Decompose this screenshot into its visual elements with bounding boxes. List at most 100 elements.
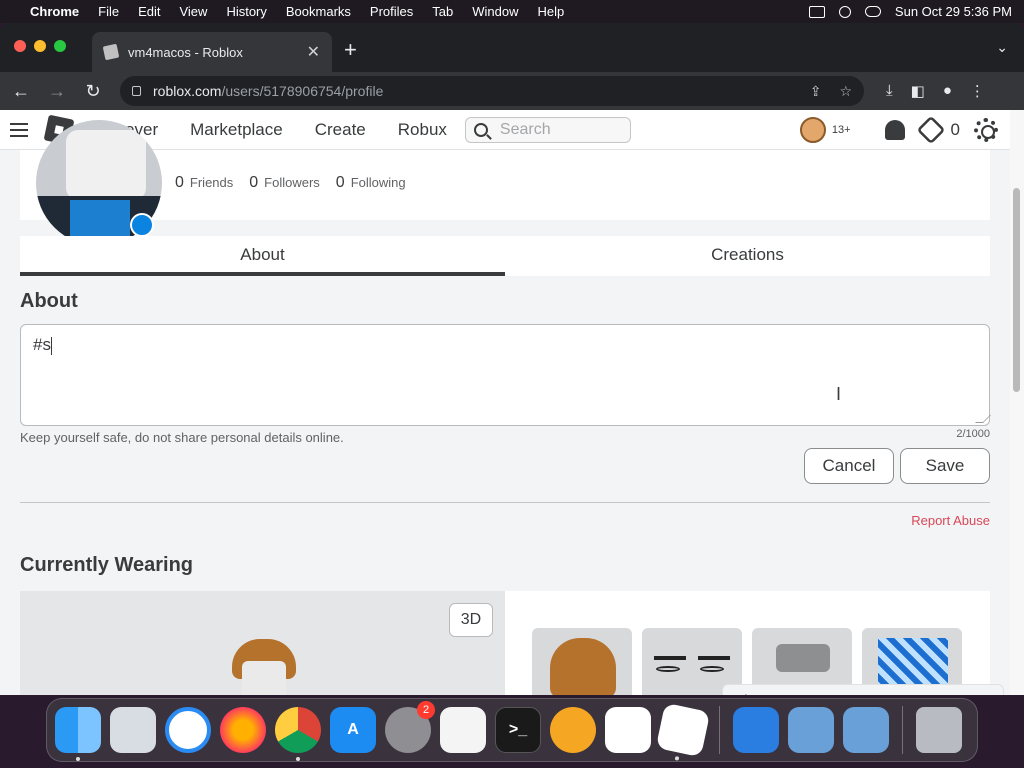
dock-separator — [719, 706, 720, 754]
virtualbox-icon[interactable] — [788, 707, 834, 753]
toolbar-right: ⤓ ◧ ● ⋮ — [886, 82, 985, 100]
section-divider — [20, 502, 990, 503]
page-scrollbar[interactable] — [1010, 110, 1024, 695]
notifications-bell-icon[interactable] — [884, 119, 905, 140]
control-center-icon[interactable] — [864, 6, 881, 17]
roblox-app-icon[interactable] — [655, 702, 711, 761]
text-caret — [50, 336, 52, 355]
tab-about[interactable]: About — [20, 236, 505, 276]
vscode-icon[interactable] — [605, 707, 651, 753]
close-window-button[interactable] — [14, 40, 26, 52]
download-icon[interactable]: ⤓ — [886, 82, 893, 100]
avatar-preview[interactable] — [20, 591, 505, 695]
menu-history[interactable]: History — [226, 4, 266, 19]
window-controls — [14, 40, 66, 52]
menu-app-name[interactable]: Chrome — [30, 4, 79, 19]
tab-search-chevron-icon[interactable]: ⌄ — [996, 39, 1008, 56]
bookmark-star-icon[interactable]: ☆ — [839, 83, 852, 100]
weather-icon[interactable] — [733, 707, 779, 753]
menu-profiles[interactable]: Profiles — [370, 4, 413, 19]
robux-icon[interactable] — [916, 115, 945, 144]
spotlight-icon[interactable] — [838, 5, 851, 18]
share-icon[interactable]: ⇪ — [810, 83, 822, 100]
roblox-favicon-icon — [102, 43, 120, 61]
safety-hint: Keep yourself safe, do not share persona… — [20, 430, 344, 445]
virtualbox-vm-icon[interactable] — [843, 707, 889, 753]
currently-wearing-heading: Currently Wearing — [20, 554, 193, 576]
menu-bookmarks[interactable]: Bookmarks — [286, 4, 351, 19]
garageband-icon[interactable] — [550, 707, 596, 753]
launchpad-icon[interactable] — [110, 707, 156, 753]
hamburger-menu-icon[interactable] — [10, 122, 28, 137]
minimize-window-button[interactable] — [34, 40, 46, 52]
system-settings-icon[interactable]: 2 — [385, 701, 435, 753]
url-domain: roblox.com — [153, 83, 222, 99]
zoom-window-button[interactable] — [54, 40, 66, 52]
menu-file[interactable]: File — [98, 4, 119, 19]
profile-icon[interactable]: ● — [943, 82, 952, 100]
tab-strip: vm4macos - Roblox ✕ + ⌄ — [0, 23, 1024, 72]
cancel-button[interactable]: Cancel — [804, 448, 894, 484]
menu-window[interactable]: Window — [472, 4, 518, 19]
forward-button[interactable]: → — [46, 81, 68, 102]
settings-gear-icon[interactable] — [974, 117, 998, 142]
save-button[interactable]: Save — [900, 448, 990, 484]
user-avatar[interactable] — [799, 116, 826, 143]
macos-dock: A 2 >_ — [46, 698, 978, 762]
ibeam-cursor-icon: I — [836, 384, 842, 404]
chrome-icon[interactable] — [275, 707, 321, 761]
search-input[interactable]: Search — [464, 116, 631, 143]
profile-tabs: About Creations — [20, 236, 990, 276]
about-heading: About — [20, 290, 78, 312]
browser-tab-active[interactable]: vm4macos - Roblox ✕ — [92, 32, 332, 72]
textedit-icon[interactable] — [440, 707, 486, 753]
tab-close-icon[interactable]: ✕ — [307, 42, 320, 62]
terminal-icon[interactable]: >_ — [495, 707, 541, 753]
nav-robux[interactable]: Robux — [398, 120, 447, 140]
stat-followers[interactable]: 0 Followers — [249, 174, 320, 192]
browser-window: vm4macos - Roblox ✕ + ⌄ ← → ↻ roblox.com… — [0, 23, 1024, 695]
dock-separator-2 — [902, 706, 903, 754]
about-textarea[interactable]: #s — [20, 324, 991, 426]
app-store-icon[interactable]: A — [330, 707, 376, 753]
search-icon — [473, 122, 488, 137]
wearing-item-hair[interactable] — [532, 628, 632, 695]
side-panel-icon[interactable]: ◧ — [911, 82, 925, 100]
menu-edit[interactable]: Edit — [138, 4, 160, 19]
finder-icon[interactable] — [55, 707, 101, 761]
new-tab-button[interactable]: + — [344, 37, 357, 63]
back-button[interactable]: ← — [10, 81, 32, 102]
profile-header-card: 0 Friends 0 Followers 0 Following — [20, 120, 990, 246]
reload-button[interactable]: ↻ — [82, 81, 104, 102]
omnibox-actions: ⇪ ☆ — [810, 83, 852, 100]
header-right: 13+ 0 — [799, 115, 998, 144]
profile-stats: 0 Friends 0 Followers 0 Following — [175, 174, 406, 192]
tab-title: vm4macos - Roblox — [128, 44, 243, 60]
roblox-header: Discover Marketplace Create Robux Search… — [0, 110, 1010, 150]
lock-icon[interactable] — [132, 86, 141, 96]
nav-marketplace[interactable]: Marketplace — [190, 120, 283, 140]
menu-tab[interactable]: Tab — [432, 4, 453, 19]
resize-grip-icon[interactable] — [975, 415, 991, 423]
kebab-menu-icon[interactable]: ⋮ — [970, 82, 985, 100]
menu-help[interactable]: Help — [538, 4, 565, 19]
address-bar[interactable]: roblox.com/users/5178906754/profile ⇪ ☆ — [120, 76, 864, 106]
stat-friends[interactable]: 0 Friends — [175, 174, 233, 192]
age-badge: 13+ — [831, 123, 851, 136]
safari-icon[interactable] — [165, 707, 211, 753]
menubar-clock[interactable]: Sun Oct 29 5:36 PM — [895, 4, 1012, 19]
tab-creations[interactable]: Creations — [505, 236, 990, 276]
stat-following[interactable]: 0 Following — [336, 174, 406, 192]
robux-count[interactable]: 0 — [951, 120, 960, 140]
nav-create[interactable]: Create — [315, 120, 366, 140]
about-text-value: #s — [33, 335, 51, 354]
menu-view[interactable]: View — [179, 4, 207, 19]
chat-bar[interactable]: Chat — [722, 684, 1004, 695]
toggle-3d-button[interactable]: 3D — [449, 603, 493, 637]
trash-icon[interactable] — [916, 707, 962, 753]
report-abuse-link[interactable]: Report Abuse — [911, 513, 990, 528]
scrollbar-thumb[interactable] — [1013, 188, 1020, 392]
firefox-icon[interactable] — [220, 707, 266, 753]
wearing-items-grid — [505, 591, 990, 695]
screen-mirroring-icon[interactable] — [808, 5, 825, 18]
